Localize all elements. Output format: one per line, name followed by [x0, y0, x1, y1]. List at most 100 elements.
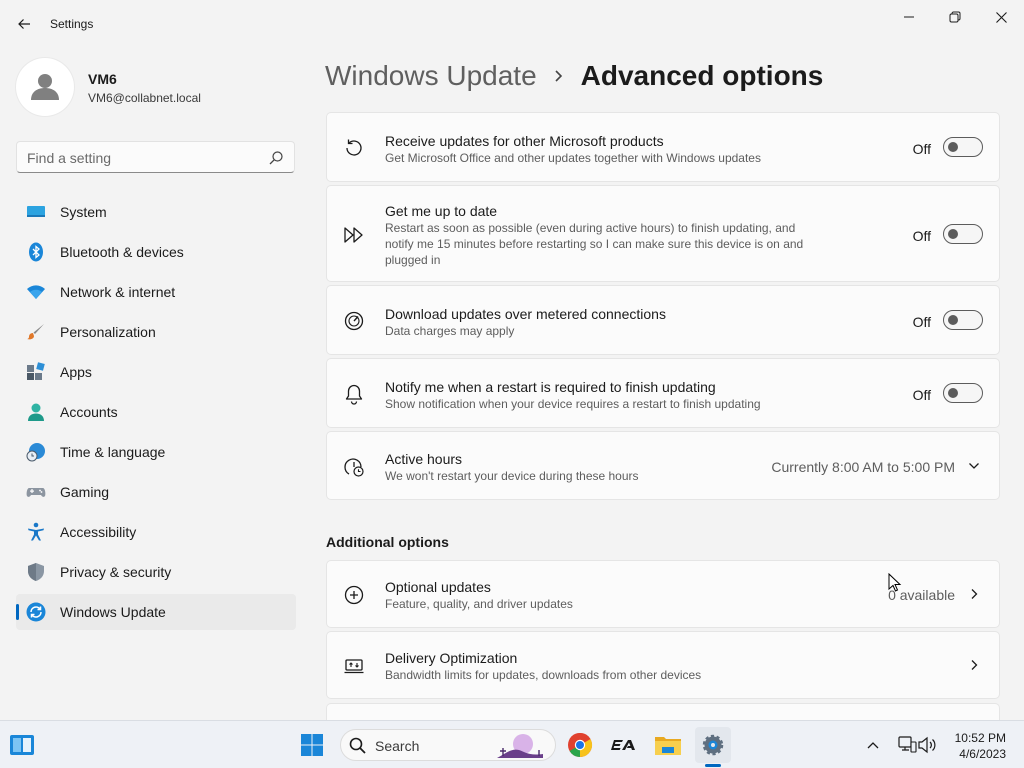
gauge-icon: [344, 311, 364, 331]
sidebar-item-bluetooth[interactable]: Bluetooth & devices: [16, 234, 296, 270]
setting-card-active-hours[interactable]: Active hours We won't restart your devic…: [326, 431, 1000, 500]
accounts-icon: [28, 403, 44, 421]
setting-description: Restart as soon as possible (even during…: [385, 221, 804, 267]
chevron-down-icon[interactable]: [967, 459, 981, 473]
mouse-cursor-icon: [888, 573, 902, 592]
toggle-state-label: Off: [912, 314, 931, 330]
sidebar-item-privacy-security[interactable]: Privacy & security: [16, 554, 296, 590]
paintbrush-icon: [27, 324, 44, 340]
setting-card-other-ms-products: Receive updates for other Microsoft prod…: [326, 112, 1000, 182]
restart-notification-toggle[interactable]: [943, 383, 983, 403]
setting-card-metered-connections: Download updates over metered connection…: [326, 285, 1000, 355]
restore-button[interactable]: [932, 4, 978, 30]
sidebar-item-label: Accessibility: [60, 524, 137, 540]
ea-logo-icon: [611, 740, 635, 750]
setting-description: Show notification when your device requi…: [385, 397, 761, 411]
search-icon[interactable]: [268, 150, 284, 166]
sidebar-item-label: Gaming: [60, 484, 110, 500]
sidebar-item-label: Apps: [60, 364, 92, 380]
sidebar-nav: System Bluetooth & devices Network & int…: [16, 194, 296, 634]
widgets-button[interactable]: [4, 727, 40, 763]
sidebar-item-personalization[interactable]: Personalization: [16, 314, 296, 350]
breadcrumb-parent-link[interactable]: Windows Update: [325, 60, 537, 92]
sidebar-item-label: Privacy & security: [60, 564, 172, 580]
get-me-up-to-date-toggle[interactable]: [943, 224, 983, 244]
sidebar-item-label: System: [60, 204, 107, 220]
taskbar-search[interactable]: Search: [340, 729, 556, 761]
bluetooth-icon: [29, 242, 43, 262]
sidebar-item-label: Windows Update: [60, 604, 166, 620]
wifi-icon: [27, 285, 45, 299]
setting-card-restart-notification: Notify me when a restart is required to …: [326, 358, 1000, 428]
sidebar-item-network[interactable]: Network & internet: [16, 274, 296, 310]
chevron-right-icon: [971, 660, 978, 670]
setting-description: We won't restart your device during thes…: [385, 469, 639, 483]
windows-logo-icon: [301, 734, 323, 756]
chevron-up-icon: [867, 742, 879, 749]
volume-icon: [918, 736, 936, 754]
accessibility-icon: [28, 522, 44, 541]
toggle-state-label: Off: [912, 387, 931, 403]
settings-search: [16, 141, 295, 173]
sidebar-item-label: Network & internet: [60, 284, 176, 300]
fast-forward-icon: [344, 227, 363, 243]
show-hidden-icons-button[interactable]: [858, 727, 888, 763]
setting-card-delivery-optimization[interactable]: Delivery Optimization Bandwidth limits f…: [326, 631, 1000, 699]
windows-update-icon: [26, 602, 46, 622]
setting-title: Notify me when a restart is required to …: [385, 379, 716, 395]
metered-connections-toggle[interactable]: [943, 310, 983, 330]
page-title: Advanced options: [580, 60, 824, 91]
sidebar-item-accounts[interactable]: Accounts: [16, 394, 296, 430]
restore-icon: [949, 11, 961, 23]
back-button[interactable]: [10, 10, 38, 38]
folder-icon: [655, 737, 681, 755]
setting-description: Data charges may apply: [385, 324, 515, 338]
bell-icon: [345, 384, 363, 405]
search-icon: [349, 737, 366, 754]
sidebar-item-accessibility[interactable]: Accessibility: [16, 514, 296, 550]
setting-title: Delivery Optimization: [385, 650, 518, 666]
chrome-button[interactable]: [562, 727, 598, 763]
sidebar-item-time-language[interactable]: Time & language: [16, 434, 296, 470]
setting-title: Active hours: [385, 451, 463, 467]
active-hours-icon: [344, 458, 364, 477]
back-arrow-icon: [18, 19, 30, 29]
user-icon: [31, 74, 59, 100]
shield-icon: [28, 563, 44, 581]
sidebar-item-windows-update[interactable]: Windows Update: [16, 594, 296, 630]
sidebar-item-apps[interactable]: Apps: [16, 354, 296, 390]
search-highlight-icon: [497, 734, 543, 758]
taskbar-search-label: Search: [375, 738, 420, 754]
sidebar-item-system[interactable]: System: [16, 194, 296, 230]
widgets-icon: [10, 735, 34, 755]
gear-icon: [702, 734, 724, 756]
taskbar-clock[interactable]: 10:52 PM 4/6/2023: [955, 730, 1006, 762]
start-button[interactable]: [294, 727, 330, 763]
system-icon: [27, 206, 45, 217]
system-tray-button[interactable]: [890, 727, 944, 763]
clock-date: 4/6/2023: [959, 747, 1006, 761]
ea-app-button[interactable]: [606, 727, 642, 763]
active-hours-value: Currently 8:00 AM to 5:00 PM: [771, 459, 955, 475]
close-button[interactable]: [978, 4, 1024, 30]
setting-description: Feature, quality, and driver updates: [385, 597, 573, 611]
close-icon: [995, 11, 1007, 23]
network-icon: [898, 736, 917, 753]
sidebar-item-gaming[interactable]: Gaming: [16, 474, 296, 510]
active-app-indicator: [705, 764, 721, 767]
sidebar-item-label: Personalization: [60, 324, 156, 340]
toggle-state-label: Off: [912, 141, 931, 157]
gamepad-icon: [26, 488, 46, 497]
search-input[interactable]: [27, 148, 257, 168]
minimize-button[interactable]: [886, 4, 932, 30]
minimize-icon: [904, 16, 914, 18]
setting-card-optional-updates[interactable]: Optional updates Feature, quality, and d…: [326, 560, 1000, 628]
file-explorer-button[interactable]: [650, 727, 686, 763]
setting-card-partial: [326, 703, 1000, 720]
receive-other-updates-toggle[interactable]: [943, 137, 983, 157]
settings-taskbar-button[interactable]: [695, 727, 731, 763]
clock-globe-icon: [26, 443, 45, 462]
user-profile[interactable]: VM6 VM6@collabnet.local: [16, 58, 296, 118]
clock-time: 10:52 PM: [954, 731, 1006, 745]
setting-title: Optional updates: [385, 579, 491, 595]
